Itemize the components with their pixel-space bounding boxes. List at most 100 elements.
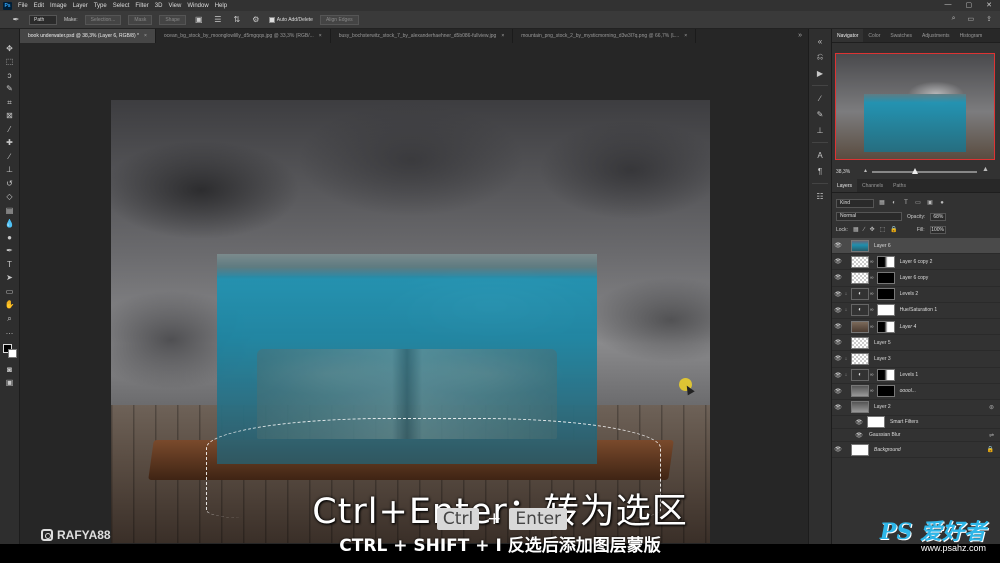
auto-add-delete-checkbox[interactable]: Auto Add/Delete <box>268 16 313 23</box>
more-tools-icon[interactable]: … <box>4 327 16 339</box>
layer-name[interactable]: Layer 6 copy <box>900 275 929 281</box>
kind-filter-select[interactable]: Kind <box>836 198 874 208</box>
type-filter-icon[interactable]: T <box>902 199 910 207</box>
layer-thumbnail[interactable]: ◐ <box>851 288 869 301</box>
tab-histogram[interactable]: Histogram <box>955 29 988 42</box>
frame-tool-icon[interactable]: ⊠ <box>4 111 16 123</box>
quick-selection-tool-icon[interactable]: ✎ <box>4 84 16 96</box>
make-shape-button[interactable]: Shape <box>159 14 186 25</box>
lock-position-icon[interactable]: ✥ <box>870 226 875 233</box>
visibility-eye-icon[interactable]: 👁 <box>833 258 843 265</box>
mask-link-icon[interactable]: ∞ <box>870 307 874 313</box>
layer-name[interactable]: Background <box>874 447 901 453</box>
blur-tool-icon[interactable]: 💧 <box>4 219 16 231</box>
zoom-out-icon[interactable]: ▴ <box>864 167 867 174</box>
align-edges-checkbox[interactable]: Align Edges <box>319 14 359 25</box>
tab-layers[interactable]: Layers <box>832 179 858 192</box>
path-selection-tool-icon[interactable]: ➤ <box>4 273 16 285</box>
visibility-eye-icon[interactable]: 👁 <box>833 372 843 379</box>
actions-icon[interactable]: ▶ <box>814 67 826 79</box>
canvas-workspace[interactable] <box>20 43 808 544</box>
layer-name[interactable]: Layer 3 <box>874 356 891 362</box>
fill-input[interactable]: 100% <box>929 225 946 234</box>
minimize-button[interactable]: — <box>945 1 952 9</box>
layer-mask-thumbnail[interactable] <box>876 304 895 317</box>
close-tab-icon[interactable]: × <box>144 33 147 39</box>
brush-settings-icon[interactable]: ✎ <box>814 108 826 120</box>
smart-filters-row[interactable]: 👁 Smart Filters <box>832 416 1000 430</box>
smart-filter-mask[interactable] <box>867 416 885 429</box>
layer-name[interactable]: Hue/Saturation 1 <box>900 307 938 313</box>
visibility-eye-icon[interactable]: 👁 <box>833 339 843 346</box>
filter-options-icon[interactable]: ⇌ <box>989 432 994 439</box>
layer-name[interactable]: Layer 6 copy 2 <box>900 259 933 265</box>
layer-name[interactable]: Layer 2 <box>874 404 891 410</box>
background-color-swatch[interactable] <box>7 349 17 358</box>
tab-channels[interactable]: Channels <box>857 179 888 192</box>
mask-link-icon[interactable]: ∞ <box>870 291 874 297</box>
layer-name[interactable]: Layer 4 <box>900 324 917 330</box>
character-icon[interactable]: A <box>814 149 826 161</box>
marquee-tool-icon[interactable]: ⬚ <box>4 57 16 69</box>
eyedropper-tool-icon[interactable]: ⁄ <box>4 124 16 136</box>
visibility-eye-icon[interactable]: 👁 <box>833 404 843 411</box>
layer-mask-thumbnail[interactable] <box>876 271 895 284</box>
layer-name[interactable]: Levels 2 <box>900 291 919 297</box>
mask-link-icon[interactable]: ∞ <box>870 275 874 281</box>
layer-mask-thumbnail[interactable] <box>876 288 895 301</box>
mask-link-icon[interactable]: ∞ <box>870 372 874 378</box>
menu-file[interactable]: File <box>18 3 28 9</box>
layer-row[interactable]: 👁 ∞ ooool... <box>832 384 1000 400</box>
type-tool-icon[interactable]: T <box>4 259 16 271</box>
menu-type[interactable]: Type <box>94 3 107 9</box>
lasso-tool-icon[interactable]: ↄ <box>4 70 16 82</box>
visibility-eye-icon[interactable]: 👁 <box>833 355 843 362</box>
gradient-tool-icon[interactable]: ▤ <box>4 205 16 217</box>
paragraph-icon[interactable]: ¶ <box>814 165 826 177</box>
history-icon[interactable]: ⎌ <box>814 51 826 63</box>
navigator-zoom-slider[interactable] <box>872 168 977 174</box>
make-mask-button[interactable]: Mask <box>128 14 153 25</box>
close-tab-icon[interactable]: × <box>319 33 322 39</box>
layer-thumbnail[interactable]: ◐ <box>851 369 869 382</box>
tab-mountain[interactable]: mountain_png_stock_2_by_mysticmorning_d3… <box>513 29 697 43</box>
layer-thumbnail[interactable] <box>851 352 869 365</box>
visibility-eye-icon[interactable]: 👁 <box>833 323 843 330</box>
clone-source-icon[interactable]: ⊥ <box>814 124 826 136</box>
background-layer-row[interactable]: 👁 Background 🔒 <box>832 442 1000 459</box>
layer-thumbnail[interactable] <box>851 255 869 268</box>
tab-paths[interactable]: Paths <box>888 179 911 192</box>
dodge-tool-icon[interactable]: ● <box>4 232 16 244</box>
pen-tool-icon-active[interactable]: ✒ <box>4 246 16 258</box>
visibility-eye-icon[interactable]: 👁 <box>833 388 843 395</box>
adjustment-filter-icon[interactable]: ◐ <box>890 199 898 207</box>
menu-view[interactable]: View <box>168 3 181 9</box>
workspace-icon[interactable]: ▭ <box>968 15 975 23</box>
mask-link-icon[interactable]: ∞ <box>870 388 874 394</box>
menu-3d[interactable]: 3D <box>155 3 163 9</box>
hand-tool-icon[interactable]: ✋ <box>4 300 16 312</box>
close-tab-icon[interactable]: × <box>684 33 687 39</box>
visibility-eye-icon[interactable]: 👁 <box>833 291 843 298</box>
tab-adjustments[interactable]: Adjustments <box>917 29 955 42</box>
mask-link-icon[interactable]: ∞ <box>870 324 874 330</box>
visibility-eye-icon[interactable]: 👁 <box>833 446 843 453</box>
move-tool-icon[interactable]: ✥ <box>4 43 16 55</box>
layer-thumbnail[interactable] <box>851 271 869 284</box>
path-arrangement-icon[interactable]: ⇅ <box>231 15 243 25</box>
layer-thumbnail[interactable] <box>851 385 869 398</box>
tab-busy-stock[interactable]: busy_bochsterwitz_stock_7_by_alexanderha… <box>331 29 514 43</box>
menu-help[interactable]: Help <box>215 3 227 9</box>
visibility-eye-icon[interactable]: 👁 <box>854 432 864 439</box>
layer-mask-thumbnail[interactable] <box>876 385 895 398</box>
mask-link-icon[interactable]: ∞ <box>870 259 874 265</box>
share-icon[interactable]: ⇪ <box>986 15 992 23</box>
gear-icon[interactable]: ⚙ <box>250 15 262 25</box>
brushes-icon[interactable]: ∕ <box>814 92 826 104</box>
layer-row[interactable]: 👁 ↓ ◐ ∞ Hue/Saturation 1 <box>832 303 1000 319</box>
brush-tool-icon[interactable]: ∕ <box>4 151 16 163</box>
menu-window[interactable]: Window <box>187 3 208 9</box>
close-button[interactable]: ✕ <box>986 1 992 9</box>
layer-row[interactable]: 👁 ↓ ◐ ∞ Levels 2 <box>832 287 1000 303</box>
layer-row[interactable]: 👁 Layer 5 <box>832 335 1000 352</box>
